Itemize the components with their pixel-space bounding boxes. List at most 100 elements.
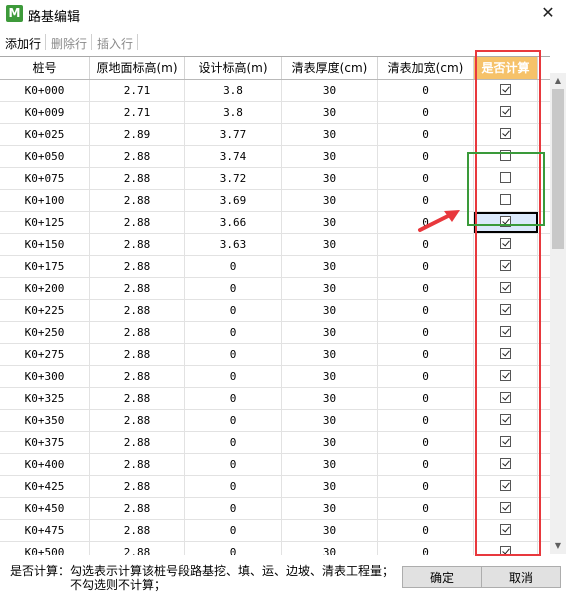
station-cell[interactable]: K0+050 [0,146,90,167]
vertical-scrollbar[interactable]: ▲ ▼ [550,73,566,554]
station-cell[interactable]: K0+250 [0,322,90,343]
design-elevation-cell[interactable]: 3.66 [185,212,282,233]
close-button[interactable]: ✕ [538,3,558,23]
table-row[interactable]: K0+425 2.88 0 30 0 [0,476,550,498]
ground-elevation-cell[interactable]: 2.88 [90,410,185,431]
design-elevation-cell[interactable]: 0 [185,256,282,277]
station-cell[interactable]: K0+175 [0,256,90,277]
clearing-thickness-cell[interactable]: 30 [282,212,378,233]
table-row[interactable]: K0+250 2.88 0 30 0 [0,322,550,344]
clearing-thickness-cell[interactable]: 30 [282,322,378,343]
station-cell[interactable]: K0+075 [0,168,90,189]
is-calculated-cell[interactable] [474,212,538,233]
ground-elevation-cell[interactable]: 2.88 [90,190,185,211]
table-row[interactable]: K0+450 2.88 0 30 0 [0,498,550,520]
clearing-widen-cell[interactable]: 0 [378,168,474,189]
station-cell[interactable]: K0+425 [0,476,90,497]
is-calculated-cell[interactable] [474,190,538,211]
checkbox-unchecked-icon[interactable] [499,194,511,205]
clearing-thickness-cell[interactable]: 30 [282,344,378,365]
design-elevation-cell[interactable]: 3.72 [185,168,282,189]
clearing-widen-cell[interactable]: 0 [378,410,474,431]
clearing-widen-cell[interactable]: 0 [378,432,474,453]
design-elevation-cell[interactable]: 0 [185,410,282,431]
station-cell[interactable]: K0+025 [0,124,90,145]
is-calculated-cell[interactable] [474,344,538,365]
clearing-thickness-cell[interactable]: 30 [282,454,378,475]
is-calculated-cell[interactable] [474,322,538,343]
table-row[interactable]: K0+125 2.88 3.66 30 0 [0,212,550,234]
design-elevation-cell[interactable]: 3.8 [185,80,282,101]
checkbox-checked-icon[interactable] [499,216,511,227]
ground-elevation-cell[interactable]: 2.71 [90,80,185,101]
is-calculated-cell[interactable] [474,432,538,453]
checkbox-checked-icon[interactable] [499,414,511,425]
table-row[interactable]: K0+009 2.71 3.8 30 0 [0,102,550,124]
checkbox-checked-icon[interactable] [499,458,511,469]
checkbox-checked-icon[interactable] [499,524,511,535]
is-calculated-cell[interactable] [474,366,538,387]
checkbox-checked-icon[interactable] [499,106,511,117]
checkbox-checked-icon[interactable] [499,282,511,293]
checkbox-checked-icon[interactable] [499,128,511,139]
ground-elevation-cell[interactable]: 2.88 [90,278,185,299]
station-cell[interactable]: K0+000 [0,80,90,101]
clearing-widen-cell[interactable]: 0 [378,366,474,387]
checkbox-checked-icon[interactable] [499,260,511,271]
clearing-widen-cell[interactable]: 0 [378,520,474,541]
checkbox-checked-icon[interactable] [499,304,511,315]
clearing-thickness-cell[interactable]: 30 [282,256,378,277]
table-row[interactable]: K0+150 2.88 3.63 30 0 [0,234,550,256]
ground-elevation-cell[interactable]: 2.88 [90,498,185,519]
design-elevation-cell[interactable]: 0 [185,432,282,453]
clearing-widen-cell[interactable]: 0 [378,454,474,475]
table-row[interactable]: K0+075 2.88 3.72 30 0 [0,168,550,190]
checkbox-checked-icon[interactable] [499,480,511,491]
checkbox-unchecked-icon[interactable] [499,172,511,183]
clearing-thickness-cell[interactable]: 30 [282,124,378,145]
design-elevation-cell[interactable]: 0 [185,498,282,519]
table-row[interactable]: K0+400 2.88 0 30 0 [0,454,550,476]
table-row[interactable]: K0+200 2.88 0 30 0 [0,278,550,300]
station-cell[interactable]: K0+325 [0,388,90,409]
table-row[interactable]: K0+500 2.88 0 30 0 [0,542,550,555]
design-elevation-cell[interactable]: 3.69 [185,190,282,211]
checkbox-checked-icon[interactable] [499,238,511,249]
station-cell[interactable]: K0+400 [0,454,90,475]
design-elevation-cell[interactable]: 0 [185,366,282,387]
ground-elevation-cell[interactable]: 2.88 [90,454,185,475]
station-cell[interactable]: K0+200 [0,278,90,299]
clearing-thickness-cell[interactable]: 30 [282,366,378,387]
station-cell[interactable]: K0+100 [0,190,90,211]
is-calculated-cell[interactable] [474,256,538,277]
station-cell[interactable]: K0+225 [0,300,90,321]
clearing-thickness-cell[interactable]: 30 [282,278,378,299]
scroll-down-icon[interactable]: ▼ [550,538,566,554]
clearing-thickness-cell[interactable]: 30 [282,102,378,123]
design-elevation-cell[interactable]: 0 [185,454,282,475]
is-calculated-cell[interactable] [474,168,538,189]
checkbox-checked-icon[interactable] [499,84,511,95]
clearing-widen-cell[interactable]: 0 [378,322,474,343]
clearing-widen-cell[interactable]: 0 [378,344,474,365]
ground-elevation-cell[interactable]: 2.88 [90,476,185,497]
clearing-widen-cell[interactable]: 0 [378,476,474,497]
clearing-thickness-cell[interactable]: 30 [282,410,378,431]
ground-elevation-cell[interactable]: 2.88 [90,212,185,233]
is-calculated-cell[interactable] [474,300,538,321]
delete-row-button[interactable]: 删除行 [51,35,87,52]
is-calculated-cell[interactable] [474,234,538,255]
design-elevation-cell[interactable]: 0 [185,476,282,497]
checkbox-checked-icon[interactable] [499,436,511,447]
station-cell[interactable]: K0+350 [0,410,90,431]
station-cell[interactable]: K0+375 [0,432,90,453]
design-elevation-cell[interactable]: 3.63 [185,234,282,255]
design-elevation-cell[interactable]: 0 [185,300,282,321]
clearing-thickness-cell[interactable]: 30 [282,80,378,101]
clearing-thickness-cell[interactable]: 30 [282,234,378,255]
table-row[interactable]: K0+350 2.88 0 30 0 [0,410,550,432]
table-row[interactable]: K0+475 2.88 0 30 0 [0,520,550,542]
station-cell[interactable]: K0+500 [0,542,90,555]
clearing-thickness-cell[interactable]: 30 [282,300,378,321]
checkbox-checked-icon[interactable] [499,370,511,381]
